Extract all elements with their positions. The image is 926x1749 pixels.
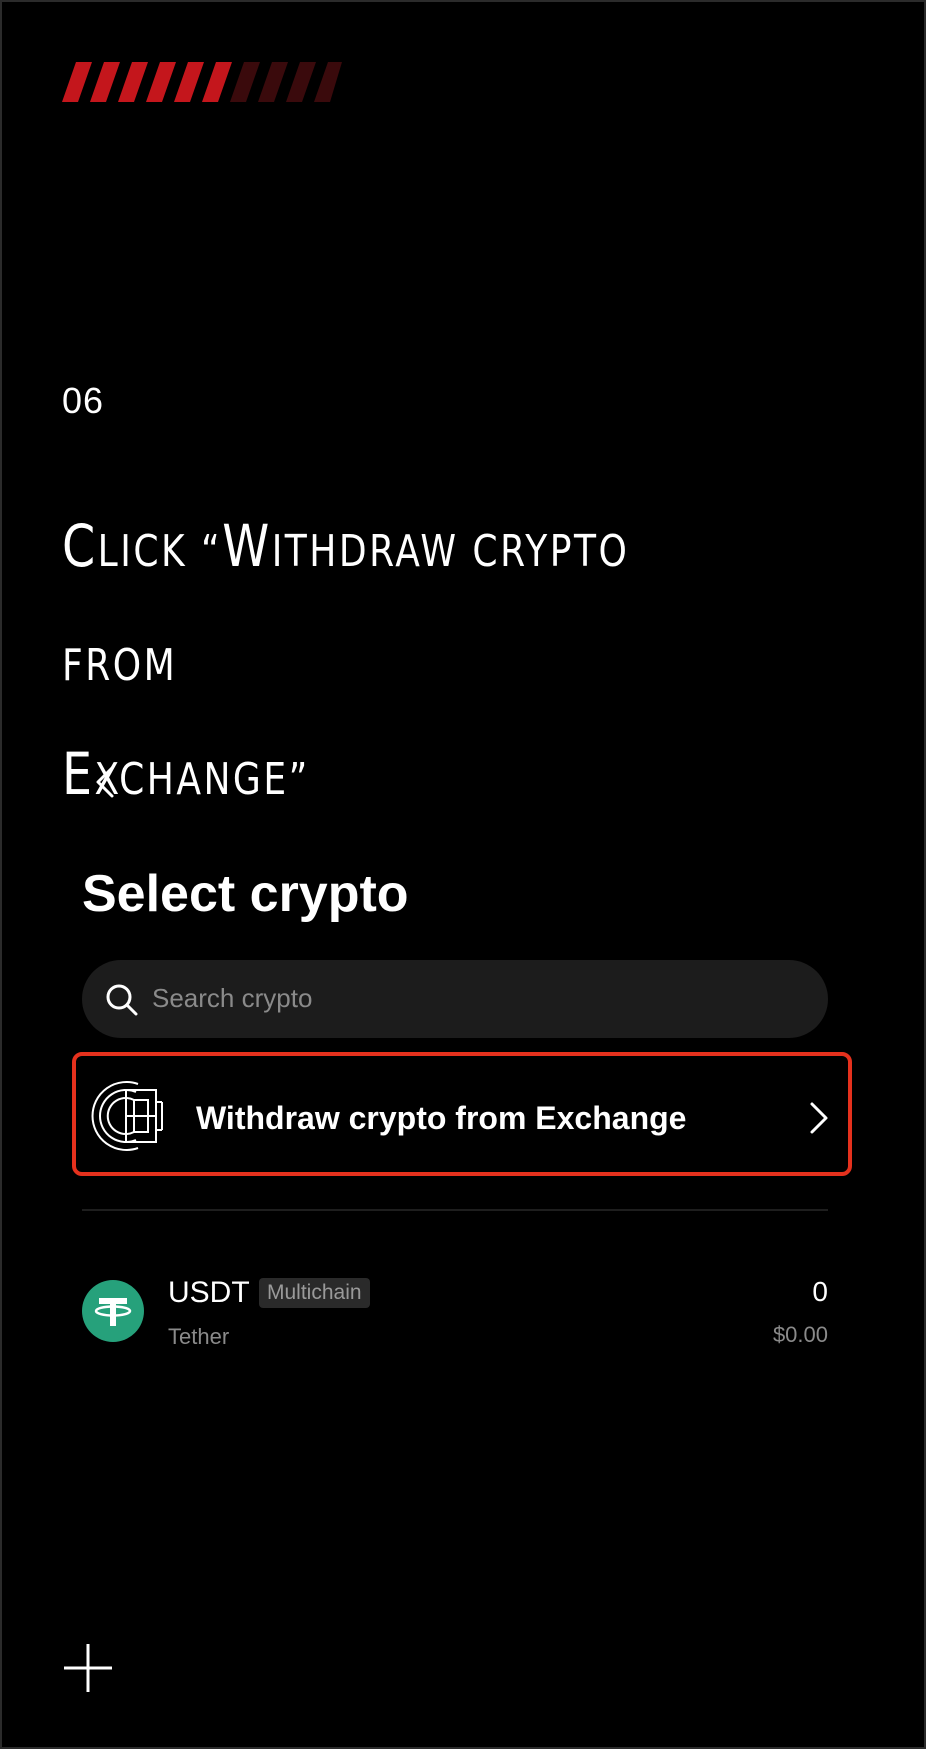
search-input[interactable]: Search crypto	[82, 960, 828, 1038]
exchange-logo-icon	[91, 1081, 163, 1151]
asset-network-badge: Multichain	[259, 1278, 370, 1308]
withdraw-option-label: Withdraw crypto from Exchange	[196, 1100, 687, 1136]
asset-row-usdt[interactable]: USDT Multichain Tether 0 $0.00	[82, 1272, 828, 1352]
page-heading: CLICK “WITHDRAW CRYPTO FROM EXCHANGE”	[62, 492, 734, 834]
asset-amount: 0	[812, 1276, 828, 1307]
step-number: 06	[62, 380, 105, 421]
chevron-right-icon	[810, 1102, 828, 1134]
heading-line-2: EXCHANGE”	[62, 740, 310, 808]
divider	[82, 1209, 828, 1211]
tether-icon	[82, 1280, 144, 1342]
asset-symbol: USDT	[168, 1276, 250, 1309]
search-icon	[106, 984, 138, 1016]
screen-title: Select crypto	[82, 865, 409, 923]
asset-name: Tether	[168, 1324, 230, 1349]
frame: 06 CLICK “WITHDRAW CRYPTO FROM EXCHANGE”…	[0, 0, 926, 1749]
decorative-stripes	[62, 62, 342, 102]
asset-fiat-value: $0.00	[772, 1322, 828, 1347]
withdraw-from-exchange-button[interactable]: Withdraw crypto from Exchange	[72, 1052, 852, 1176]
search-placeholder: Search crypto	[152, 983, 313, 1013]
heading-line-1: CLICK “WITHDRAW CRYPTO FROM	[62, 512, 630, 691]
plus-icon	[64, 1644, 112, 1692]
chevron-left-icon[interactable]	[90, 762, 120, 802]
